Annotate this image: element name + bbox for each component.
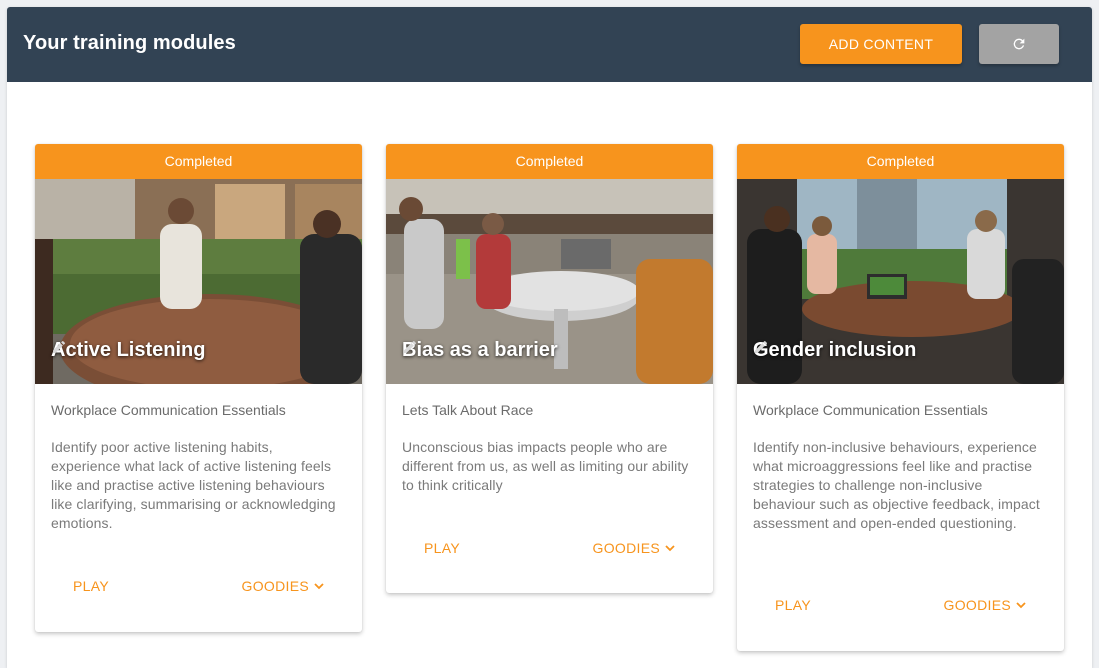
refresh-icon	[1011, 36, 1027, 52]
module-thumbnail: Active Listening	[35, 179, 362, 384]
play-button[interactable]: PLAY	[57, 574, 125, 598]
goodies-label: GOODIES	[241, 578, 309, 594]
goodies-label: GOODIES	[592, 540, 660, 556]
goodies-label: GOODIES	[943, 597, 1011, 613]
refresh-button[interactable]	[979, 24, 1059, 64]
chevron-down-icon	[314, 582, 324, 590]
page-title: Your training modules	[23, 32, 236, 54]
course-name: Lets Talk About Race	[402, 402, 534, 418]
module-thumbnail: Bias as a barrier	[386, 179, 713, 384]
module-description: Unconscious bias impacts people who are …	[402, 439, 689, 493]
module-description: Identify non-inclusive behaviours, exper…	[753, 439, 1040, 531]
chevron-down-icon	[1016, 601, 1026, 609]
course-name: Workplace Communication Essentials	[51, 402, 286, 418]
module-thumbnail: Gender inclusion	[737, 179, 1064, 384]
module-title: Gender inclusion	[753, 339, 917, 361]
status-badge: Completed	[386, 144, 713, 179]
status-badge: Completed	[35, 144, 362, 179]
goodies-button[interactable]: GOODIES	[928, 593, 1042, 617]
module-title: Bias as a barrier	[402, 339, 558, 361]
goodies-button[interactable]: GOODIES	[577, 536, 691, 560]
play-button[interactable]: PLAY	[759, 593, 827, 617]
goodies-button[interactable]: GOODIES	[226, 574, 340, 598]
module-title: Active Listening	[51, 339, 206, 361]
play-button[interactable]: PLAY	[408, 536, 476, 560]
module-card: Completed Bias as a barrier Lets Talk Ab…	[386, 144, 713, 593]
module-description: Identify poor active listening habits, e…	[51, 439, 336, 531]
header-bar: Your training modules ADD CONTENT	[7, 7, 1092, 82]
status-badge: Completed	[737, 144, 1064, 179]
training-modules-panel: Your training modules ADD CONTENT Comple…	[7, 7, 1092, 668]
module-card: Completed Gender inclusion Workplace Com…	[737, 144, 1064, 651]
module-card: Completed Active Listening Workplace Com…	[35, 144, 362, 632]
course-name: Workplace Communication Essentials	[753, 402, 988, 418]
add-content-button[interactable]: ADD CONTENT	[800, 24, 962, 64]
chevron-down-icon	[665, 544, 675, 552]
